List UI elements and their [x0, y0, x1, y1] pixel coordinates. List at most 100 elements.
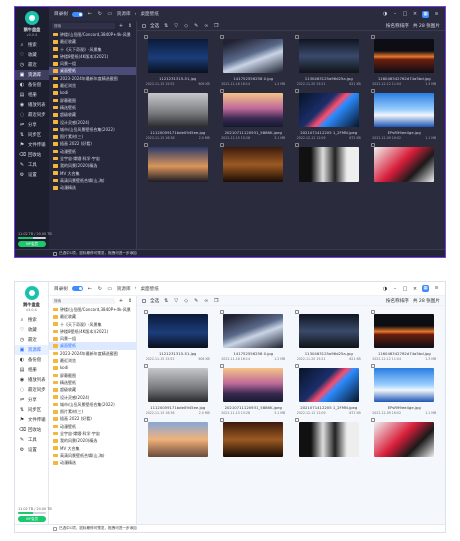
tree-search-input[interactable]: 搜索: [52, 298, 115, 304]
grid-view-icon[interactable]: ▦: [422, 10, 429, 18]
image-thumbnail[interactable]: [223, 314, 284, 349]
image-thumbnail[interactable]: [147, 314, 208, 349]
image-card[interactable]: 11120059171bde0945ee.jpg 2022-11-15 16:38…: [143, 363, 213, 415]
tree-folder-item[interactable]: MV 大合集: [49, 170, 136, 177]
refresh-icon[interactable]: ↻: [97, 286, 103, 292]
image-thumbnail[interactable]: [298, 314, 359, 349]
minimize-icon[interactable]: –: [392, 11, 398, 17]
image-card[interactable]: [370, 142, 440, 194]
image-select-checkbox[interactable]: [295, 310, 299, 314]
tree-folder-item[interactable]: 全宇宙·嫦娥·科学·宇宙: [49, 155, 136, 162]
edit-icon[interactable]: ✎: [193, 23, 199, 29]
image-select-checkbox[interactable]: [370, 364, 375, 368]
image-select-checkbox[interactable]: [370, 35, 375, 39]
image-select-checkbox[interactable]: [295, 89, 299, 93]
tree-folder-item[interactable]: 十《天下奇观》-风景集: [49, 46, 136, 53]
tree-folder-item[interactable]: 全宇宙·嫦娥·科学·宇宙: [49, 430, 136, 437]
image-thumbnail[interactable]: [223, 368, 284, 403]
tree-folder-item[interactable]: 动漫精选: [49, 459, 136, 466]
tree-search-input[interactable]: 搜索: [52, 23, 115, 29]
image-select-checkbox[interactable]: [295, 364, 299, 368]
maximize-icon[interactable]: □: [402, 286, 408, 292]
maximize-icon[interactable]: □: [402, 11, 408, 17]
sidebar-item[interactable]: ▣ 资源库: [15, 70, 49, 80]
image-card[interactable]: [143, 142, 213, 194]
copy-icon[interactable]: ❐: [213, 23, 219, 29]
image-select-checkbox[interactable]: [370, 89, 375, 93]
tree-folder-item[interactable]: 十《天下奇观》-风景集: [49, 321, 136, 328]
breadcrumb-current[interactable]: 桌面壁纸: [140, 286, 158, 292]
tree-folder-item[interactable]: 钟楼8壁纸(4K版本)(2021): [49, 328, 136, 335]
sidebar-item[interactable]: ◉ 播放列表: [15, 100, 49, 110]
image-thumbnail[interactable]: [298, 368, 359, 403]
image-card[interactable]: 141752556258 0.jpg 2022-11-16 16:14 1.2 MB: [219, 309, 289, 361]
tree-folder-item[interactable]: 最近收藏: [49, 38, 136, 45]
tree-folder-item[interactable]: 桌面壁纸: [49, 342, 136, 350]
sort-icon[interactable]: ⇅: [163, 23, 169, 29]
breadcrumb-root[interactable]: 资源库: [117, 286, 131, 292]
sidebar-item[interactable]: ⇅ 同步区: [15, 405, 48, 415]
image-card[interactable]: [370, 417, 440, 469]
sidebar-item[interactable]: ◷ 最近: [15, 60, 49, 70]
tree-folder-item[interactable]: MV 大合集: [49, 445, 136, 452]
image-select-checkbox[interactable]: [219, 89, 224, 93]
list-view-icon[interactable]: ≡: [433, 285, 440, 292]
image-thumbnail[interactable]: [298, 93, 359, 128]
image-thumbnail[interactable]: [298, 147, 359, 182]
image-card[interactable]: 1130463125a96d25a.jpg 2022-11-20 15:21 821…: [294, 309, 364, 361]
tree-folder-item[interactable]: 动漫壁纸: [49, 423, 136, 430]
back-arrow-icon[interactable]: ←: [87, 11, 93, 17]
sidebar-item[interactable]: ⇅ 同步区: [15, 130, 49, 140]
tree-toggle-switch[interactable]: [71, 286, 83, 291]
image-select-checkbox[interactable]: [144, 364, 148, 368]
tree-folder-item[interactable]: 精选壁纸: [49, 104, 136, 111]
tree-folder-item[interactable]: 最近浏览: [49, 82, 136, 89]
select-all-checkbox[interactable]: [142, 23, 146, 28]
image-card[interactable]: 20210711120931_5886K.jpeg 2022-11-15 15:2…: [219, 88, 289, 140]
filter-icon[interactable]: ▽: [173, 23, 179, 29]
sort-label[interactable]: 按名称排序: [386, 23, 409, 29]
image-card[interactable]: 20210711120931_5886K.jpeg 2022-11-15 15:2…: [219, 363, 289, 415]
tree-folder-item[interactable]: 屏幕截图: [49, 97, 136, 104]
image-card[interactable]: 1121231315-51.jpg 2022-11-15 15:52 906 KB: [143, 34, 213, 86]
tree-toggle-switch[interactable]: [71, 11, 83, 17]
tree-folder-item[interactable]: 照片素材(三): [49, 133, 136, 140]
sidebar-item[interactable]: ♡ 收藏: [15, 50, 49, 60]
sidebar-item[interactable]: ♡ 收藏: [15, 325, 48, 335]
image-card[interactable]: EPsR99ee4ge.jpg 2022-12-09 16:02 1.1 MB: [370, 88, 440, 140]
back-arrow-icon[interactable]: ←: [87, 286, 93, 292]
link-icon[interactable]: ∞: [203, 23, 209, 29]
image-select-checkbox[interactable]: [219, 364, 224, 368]
image-card[interactable]: 116046342762d74a5bd.jpg 2022-12-12 11:04 1…: [370, 309, 440, 361]
sidebar-item[interactable]: ⌕ 搜索: [15, 315, 48, 325]
tree-folder-item[interactable]: 设计灵感(2024): [49, 119, 136, 126]
tree-folder-item[interactable]: 风景一组: [49, 335, 136, 342]
tree-folder-item[interactable]: 最近收藏: [49, 313, 136, 320]
image-card[interactable]: 1121231315-51.jpg 2022-11-15 15:52 906 KB: [143, 309, 213, 361]
link-icon[interactable]: ∞: [203, 298, 209, 304]
image-thumbnail[interactable]: [223, 422, 284, 457]
image-thumbnail[interactable]: [223, 147, 284, 182]
tree-folder-item[interactable]: 高清风景壁纸合辑(山,海): [49, 177, 136, 184]
tree-folder-item[interactable]: 城市/山岳风景壁纸合集(2022): [49, 126, 136, 133]
close-icon[interactable]: ×: [412, 286, 418, 292]
refresh-icon[interactable]: ↻: [97, 11, 103, 17]
image-select-checkbox[interactable]: [370, 310, 375, 314]
image-card[interactable]: [219, 417, 289, 469]
image-thumbnail[interactable]: [147, 368, 208, 403]
select-all-label[interactable]: 全选: [150, 298, 159, 304]
theme-icon[interactable]: ◑: [382, 286, 388, 292]
tree-folder-item[interactable]: 屏幕截图: [49, 372, 136, 379]
filter-icon[interactable]: ▽: [173, 298, 179, 304]
sidebar-item[interactable]: ▤ 相册: [15, 90, 49, 100]
image-select-checkbox[interactable]: [144, 35, 148, 39]
tree-folder-item[interactable]: 2023-2024年最新年度精选截图: [49, 75, 136, 82]
vip-button[interactable]: VIP会员: [18, 516, 46, 522]
sort-icon[interactable]: ⇅: [163, 298, 169, 304]
tree-folder-item[interactable]: 风景一组: [49, 60, 136, 67]
vip-button[interactable]: VIP会员: [18, 241, 46, 247]
image-card[interactable]: [219, 142, 289, 194]
list-view-icon[interactable]: ≡: [433, 11, 440, 18]
image-card[interactable]: 141752556258 0.jpg 2022-11-16 16:14 1.2 MB: [219, 34, 289, 86]
collapse-icon[interactable]: ⇕: [127, 23, 133, 29]
